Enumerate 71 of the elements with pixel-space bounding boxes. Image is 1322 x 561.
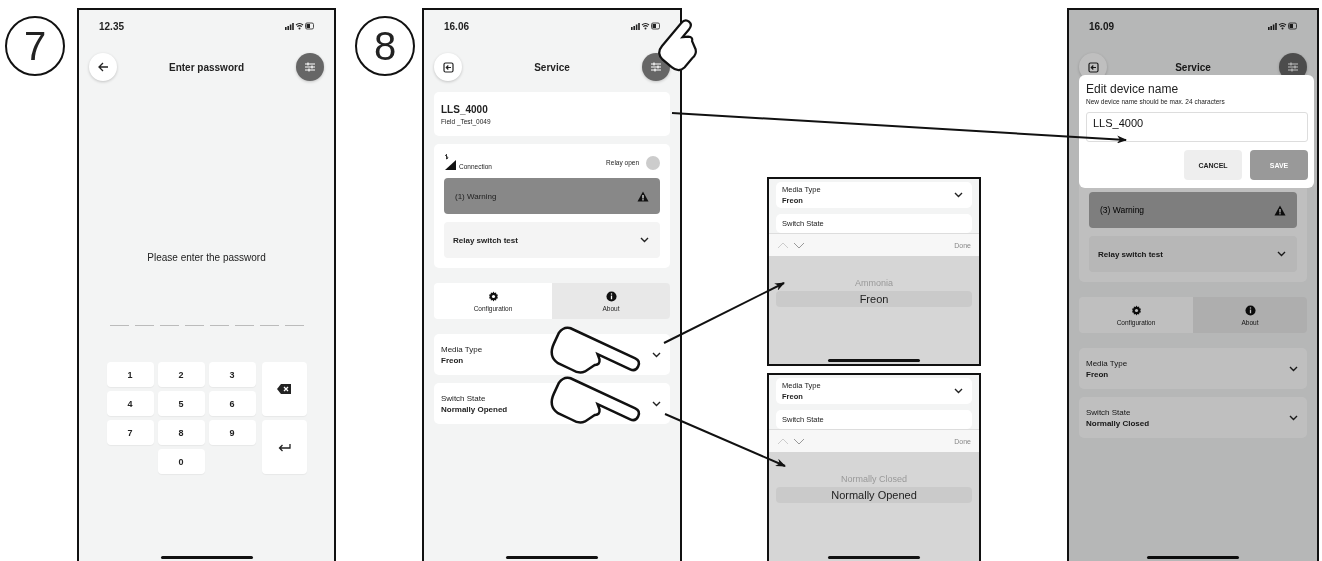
chevron-down-icon xyxy=(954,192,963,198)
screen-title: Service xyxy=(534,61,570,73)
relay-test-label: Relay switch test xyxy=(453,235,518,245)
sliders-icon xyxy=(304,61,316,73)
device-name: LLS_4000 xyxy=(441,103,489,115)
setting-label: Media Type xyxy=(441,344,483,354)
keypad-key[interactable]: 8 xyxy=(157,420,205,445)
bluetooth-signal-icon xyxy=(444,154,456,170)
keypad-key[interactable]: 2 xyxy=(157,362,205,387)
warning-bar[interactable]: (3) Warning xyxy=(1089,192,1297,228)
keypad-key[interactable]: 3 xyxy=(208,362,256,387)
chevron-down-icon xyxy=(1289,414,1298,421)
device-name-field[interactable]: LLS_4000 xyxy=(1086,112,1308,142)
backspace-icon xyxy=(277,384,291,394)
setting-label: Media Type xyxy=(1086,358,1128,368)
relay-test-label: Relay switch test xyxy=(1098,249,1163,259)
relay-test-row[interactable]: Relay switch test xyxy=(444,222,660,258)
relay-test-row[interactable]: Relay switch test xyxy=(1089,236,1297,272)
exit-icon xyxy=(1087,61,1099,73)
gear-icon xyxy=(487,290,499,302)
setting-label: Switch State xyxy=(441,393,487,403)
setting-value: Freon xyxy=(1086,369,1110,379)
info-icon xyxy=(1244,304,1256,316)
keypad-key[interactable]: 6 xyxy=(208,391,256,416)
picker-option[interactable]: Freon xyxy=(776,290,972,307)
chevron-down-icon xyxy=(1289,365,1298,372)
warning-text: (1) Warning xyxy=(455,191,497,201)
setting-label: Switch State xyxy=(1086,407,1132,417)
setting-card[interactable]: Media Type Freon xyxy=(1079,348,1307,389)
sliders-icon xyxy=(1287,61,1299,73)
setting-value: Normally Closed xyxy=(1086,418,1150,428)
gear-icon xyxy=(1130,304,1142,316)
password-prompt: Please enter the password xyxy=(146,252,267,263)
keypad-key[interactable]: 5 xyxy=(157,391,205,416)
backspace-key[interactable] xyxy=(261,362,307,416)
return-arrow-icon xyxy=(277,442,291,452)
step-number: 7 xyxy=(5,16,65,76)
sliders-icon xyxy=(650,61,662,73)
status-icons xyxy=(1268,22,1298,30)
chevron-down-icon xyxy=(652,400,661,407)
screen-title: Service xyxy=(1175,61,1211,73)
warning-bar[interactable]: (1) Warning xyxy=(444,178,660,214)
keypad-key[interactable]: 4 xyxy=(106,391,154,416)
setting-value: Freon xyxy=(441,355,465,365)
chevron-down-icon xyxy=(954,388,963,394)
status-icons xyxy=(631,22,661,30)
back-button[interactable] xyxy=(89,53,117,81)
keypad-key[interactable]: 9 xyxy=(208,420,256,445)
keypad-key[interactable]: 7 xyxy=(106,420,154,445)
status-time: 16.06 xyxy=(444,20,470,32)
dialog-title: Edit device name xyxy=(1086,82,1180,96)
status-time: 12.35 xyxy=(99,20,125,32)
chevron-down-icon xyxy=(652,351,661,358)
warning-text: (3) Warning xyxy=(1100,205,1145,215)
chevron-down-icon xyxy=(640,237,649,243)
keypad-key[interactable]: 0 xyxy=(157,449,205,474)
exit-button[interactable] xyxy=(434,53,462,81)
setting-card[interactable]: Switch State Normally Closed xyxy=(1079,397,1307,438)
exit-icon xyxy=(442,61,454,73)
setting-value: Normally Opened xyxy=(441,404,508,414)
status-time: 16.09 xyxy=(1089,20,1115,32)
status-icons xyxy=(285,22,315,30)
chevron-down-icon xyxy=(1277,251,1286,257)
picker-option[interactable]: Normally Opened xyxy=(776,487,972,503)
screen-title: Enter password xyxy=(169,61,244,73)
keypad-key[interactable]: 1 xyxy=(106,362,154,387)
warning-icon xyxy=(1274,204,1286,216)
info-icon xyxy=(605,290,617,302)
back-arrow-icon xyxy=(97,62,109,72)
step-number: 8 xyxy=(355,16,415,76)
warning-icon xyxy=(637,190,649,202)
